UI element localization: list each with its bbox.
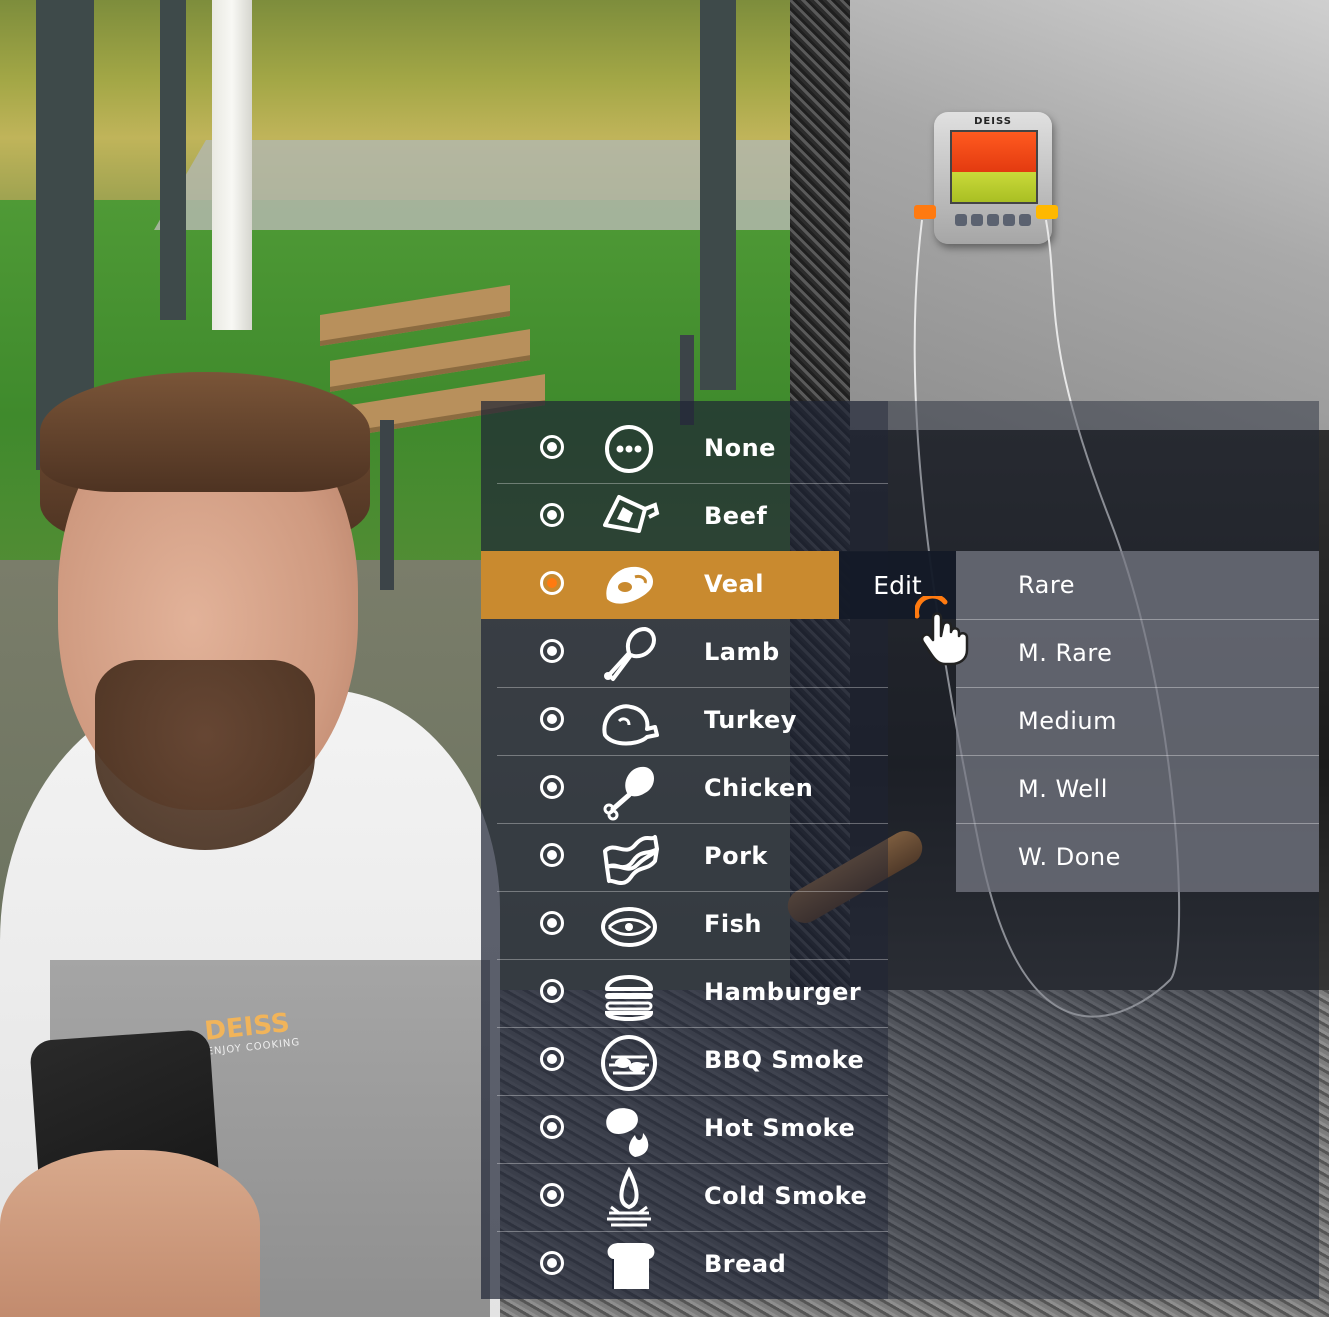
food-type-row-bread[interactable]: Bread	[481, 1231, 888, 1299]
food-type-row-turkey[interactable]: Turkey	[481, 687, 888, 756]
doneness-label: M. Well	[1018, 775, 1108, 803]
doneness-option-medium-well[interactable]: M. Well	[956, 755, 1319, 824]
hamburger-icon	[599, 963, 659, 1023]
radio-button[interactable]	[540, 503, 564, 527]
radio-button[interactable]	[540, 1251, 564, 1275]
food-type-row-beef[interactable]: Beef	[481, 483, 888, 552]
food-type-row-none[interactable]: None	[481, 415, 888, 484]
doneness-label: Rare	[1018, 571, 1075, 599]
food-type-label: Turkey	[704, 706, 797, 734]
food-type-row-pork[interactable]: Pork	[481, 823, 888, 892]
food-type-row-veal[interactable]: Veal	[481, 551, 839, 619]
radio-button[interactable]	[540, 435, 564, 459]
turkey-icon	[599, 691, 659, 751]
chicken-leg-icon	[599, 759, 659, 821]
food-type-label: Pork	[704, 842, 768, 870]
radio-button[interactable]	[540, 843, 564, 867]
person-hair-top	[40, 372, 370, 492]
radio-button[interactable]	[540, 1047, 564, 1071]
food-type-row-cold-smoke[interactable]: Cold Smoke	[481, 1163, 888, 1232]
food-type-label: Veal	[704, 570, 764, 598]
food-type-row-fish[interactable]: Fish	[481, 891, 888, 960]
bbq-grill-icon	[599, 1031, 659, 1091]
food-type-label: Chicken	[704, 774, 814, 802]
doneness-option-rare[interactable]: Rare	[956, 551, 1319, 620]
doneness-option-medium[interactable]: Medium	[956, 687, 1319, 756]
food-type-label: Cold Smoke	[704, 1182, 868, 1210]
veal-steak-icon	[599, 555, 659, 615]
radio-button-selected[interactable]	[540, 571, 564, 595]
bread-icon	[599, 1235, 659, 1295]
food-type-row-chicken[interactable]: Chicken	[481, 755, 888, 824]
hand-pointer-icon	[914, 593, 985, 666]
hot-smoke-icon	[599, 1099, 659, 1159]
radio-button[interactable]	[540, 911, 564, 935]
food-type-label: Lamb	[704, 638, 780, 666]
doneness-option-medium-rare[interactable]: M. Rare	[956, 619, 1319, 688]
person-hand	[0, 1150, 260, 1317]
food-type-row-lamb[interactable]: Lamb	[481, 619, 888, 688]
food-type-label: Hamburger	[704, 978, 862, 1006]
doneness-label: Medium	[1018, 707, 1117, 735]
more-dots-icon	[599, 419, 659, 479]
radio-button[interactable]	[540, 1115, 564, 1139]
food-type-label: Fish	[704, 910, 762, 938]
product-screenshot: DEISS DEISS ENJOY COOKING None Beef Veal…	[0, 0, 1329, 1317]
cold-smoke-icon	[599, 1166, 659, 1227]
pork-bacon-icon	[599, 827, 659, 887]
beef-icon	[599, 487, 660, 547]
food-type-label: Beef	[704, 502, 768, 530]
food-type-row-hot-smoke[interactable]: Hot Smoke	[481, 1095, 888, 1164]
food-type-label: BBQ Smoke	[704, 1046, 865, 1074]
fish-steak-icon	[599, 895, 659, 955]
food-type-menu: None Beef Veal Lamb Turkey Chicken Pork …	[481, 401, 1319, 1299]
radio-button[interactable]	[540, 775, 564, 799]
lamb-leg-icon	[599, 623, 659, 683]
doneness-label: W. Done	[1018, 843, 1121, 871]
doneness-submenu: Rare M. Rare Medium M. Well W. Done	[956, 551, 1319, 892]
radio-button[interactable]	[540, 1183, 564, 1207]
doneness-label: M. Rare	[1018, 639, 1113, 667]
food-type-label: Bread	[704, 1250, 787, 1278]
food-type-row-hamburger[interactable]: Hamburger	[481, 959, 888, 1028]
radio-button[interactable]	[540, 639, 564, 663]
radio-button[interactable]	[540, 707, 564, 731]
radio-button[interactable]	[540, 979, 564, 1003]
doneness-option-well-done[interactable]: W. Done	[956, 823, 1319, 891]
food-type-row-bbq-smoke[interactable]: BBQ Smoke	[481, 1027, 888, 1096]
food-type-label: Hot Smoke	[704, 1114, 856, 1142]
person-beard	[95, 660, 315, 850]
food-type-label: None	[704, 434, 776, 462]
